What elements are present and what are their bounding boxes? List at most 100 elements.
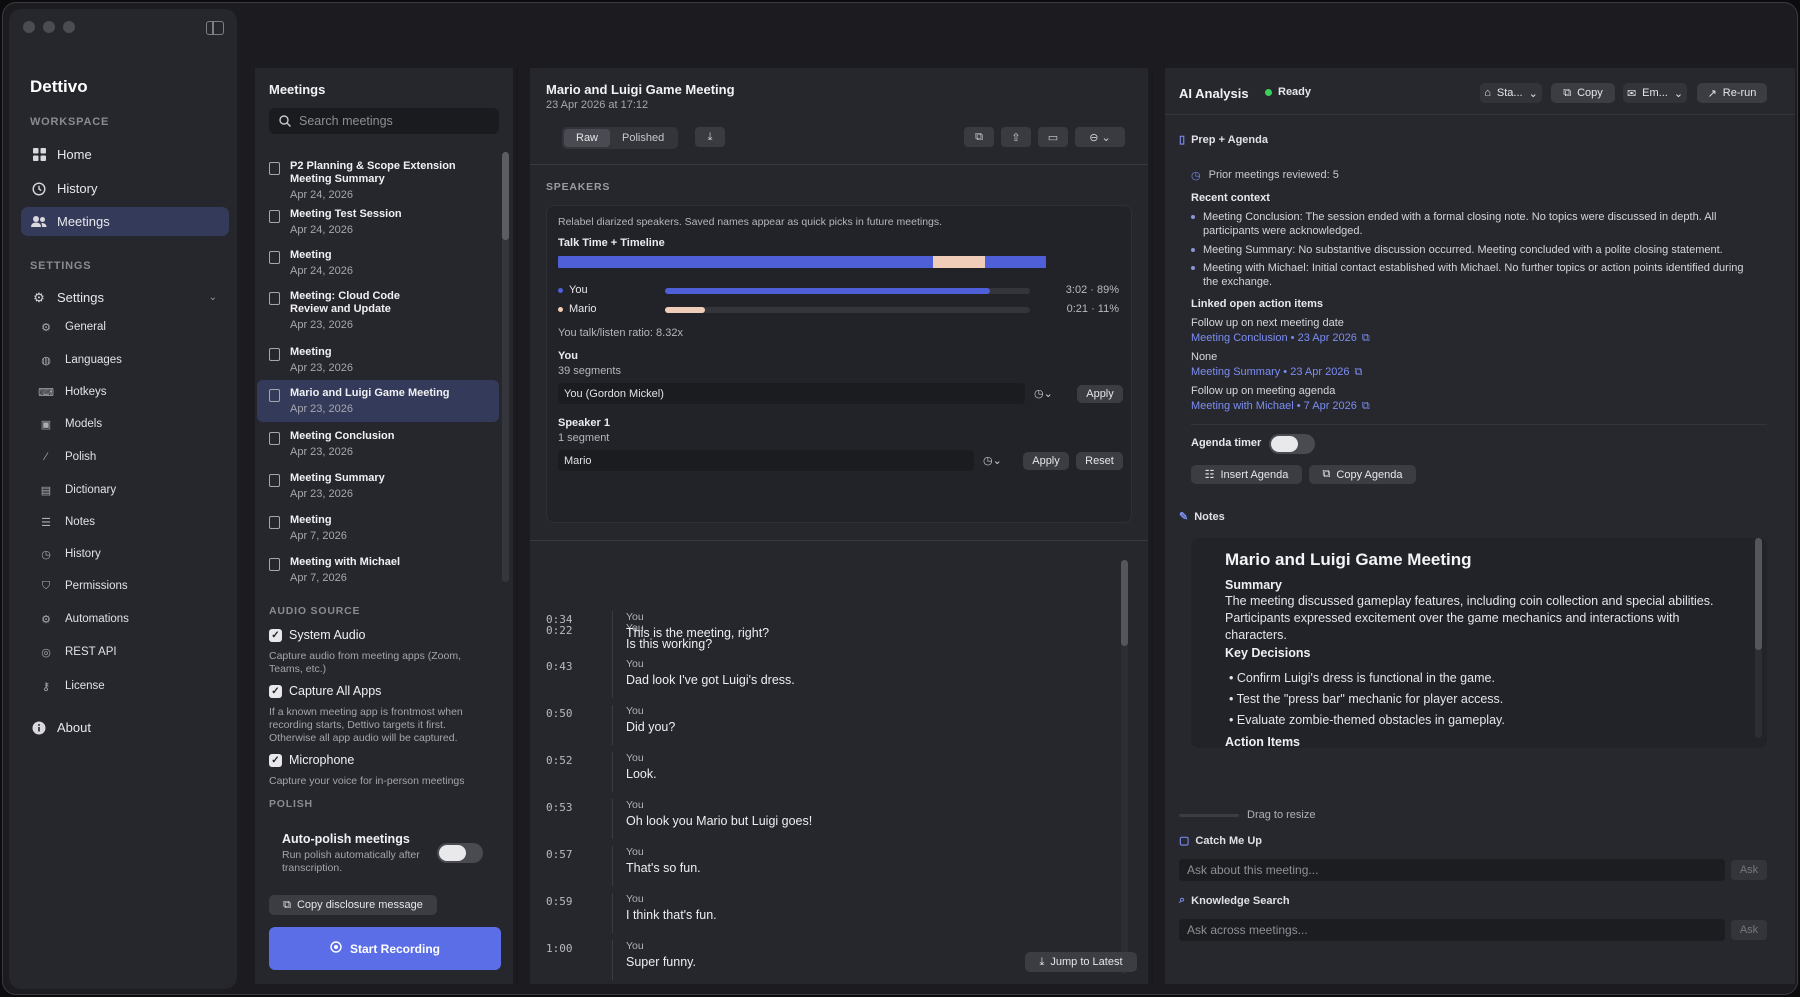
meeting-title: Mario and Luigi Game Meeting (290, 387, 450, 399)
tab-polished[interactable]: Polished (610, 129, 676, 147)
transcript-line: 0:53 You Oh look you Mario but Luigi goes! (530, 797, 1110, 844)
utterance-text: Look. (626, 767, 657, 781)
tab-raw[interactable]: Raw (564, 129, 611, 147)
divider (1191, 424, 1767, 425)
ask-button[interactable]: Ask (1731, 860, 1767, 880)
copy-disclosure-button[interactable]: ⧉ Copy disclosure message (269, 895, 437, 915)
timeline-segment-mario (933, 256, 985, 268)
sidebar-item-label: REST API (65, 646, 117, 658)
ai-title: AI Analysis (1179, 86, 1249, 101)
action-item-link[interactable]: Meeting Summary • 23 Apr 2026 ⧉ (1191, 366, 1362, 379)
sidebar-item-history-settings[interactable]: ◷ History (39, 543, 101, 565)
polish-label: POLISH (269, 798, 313, 810)
more-menu-button[interactable]: ⊖ ⌄ (1075, 127, 1125, 147)
settings-group-toggle[interactable]: ⚙ Settings ⌄ (21, 283, 229, 312)
transcript-lines: 0:34 You This is the meeting, right? 0:43 Y… (530, 546, 1148, 984)
list-item[interactable]: Meeting Summary Apr 23, 2026 (257, 472, 499, 500)
action-item-link[interactable]: Meeting with Michael • 7 Apr 2026 ⧉ (1191, 400, 1370, 413)
sidebar-item-license[interactable]: ⚷ License (39, 675, 105, 697)
section-label: Catch Me Up (1195, 834, 1263, 847)
auto-polish-title: Auto-polish meetings (282, 832, 410, 846)
keyboard-icon: ⌨ (38, 386, 54, 399)
copy-transcript-button[interactable]: ⧉ (964, 127, 994, 147)
divider (516, 68, 518, 984)
style-dropdown[interactable]: ⌂ Sta... ⌄ (1480, 83, 1542, 103)
meeting-date: Apr 23, 2026 (290, 403, 353, 415)
rerun-button[interactable]: ↗ Re-run (1697, 83, 1767, 103)
prep-agenda-header: ▯ Prep + Agenda (1179, 133, 1268, 147)
sidebar-item-languages[interactable]: ◍ Languages (39, 349, 122, 371)
list-item[interactable]: Meeting with Michael Apr 7, 2026 (257, 556, 499, 584)
meetings-scrollbar-thumb[interactable] (502, 152, 509, 240)
agenda-timer-toggle[interactable] (1269, 434, 1315, 454)
speaker-you-name-field[interactable]: You (Gordon Mickel) (558, 383, 1025, 404)
start-recording-button[interactable]: Start Recording (269, 927, 501, 970)
apply-button[interactable]: Apply (1077, 385, 1123, 403)
sidebar-item-models[interactable]: ▣ Models (39, 413, 102, 435)
sidebar-item-permissions[interactable]: ⛉ Permissions (39, 575, 128, 597)
speaker-1-name-field[interactable]: Mario (558, 450, 974, 471)
search-input[interactable]: Search meetings (269, 108, 499, 134)
agenda-timer-label: Agenda timer (1191, 437, 1262, 449)
button-label: Copy Agenda (1336, 468, 1403, 481)
minimize-window-button[interactable] (43, 21, 55, 33)
system-audio-checkbox[interactable]: ✓ System Audio (269, 628, 365, 642)
sidebar-item-polish[interactable]: ⁄ Polish (39, 446, 96, 468)
list-item[interactable]: Meeting Apr 24, 2026 (257, 249, 499, 277)
close-window-button[interactable] (23, 21, 35, 33)
list-item[interactable]: Meeting: Cloud Code Review and Update Apr… (257, 290, 499, 331)
sidebar-item-about[interactable]: About (21, 713, 229, 742)
button-label: Copy (1577, 87, 1603, 99)
sidebar-item-general[interactable]: ⚙ General (39, 316, 106, 338)
folder-button[interactable]: ▭ (1038, 127, 1068, 147)
download-button[interactable]: ⤓ (695, 127, 725, 147)
notes-document[interactable]: Mario and Luigi Game Meeting Summary The… (1191, 538, 1767, 748)
copy-agenda-button[interactable]: ⧉ Copy Agenda (1309, 465, 1416, 484)
history-dropdown[interactable]: ◷⌄ (1034, 387, 1053, 400)
clock-icon (31, 181, 47, 197)
zoom-window-button[interactable] (63, 21, 75, 33)
sidebar-item-home[interactable]: Home (21, 140, 229, 169)
history-dropdown[interactable]: ◷⌄ (983, 454, 1002, 467)
decision-text: Evaluate zombie-themed obstacles in game… (1236, 713, 1505, 727)
jump-to-latest-button[interactable]: ⤓ Jump to Latest (1025, 952, 1137, 972)
sidebar-toggle-icon[interactable] (206, 21, 224, 35)
ask-button[interactable]: Ask (1731, 920, 1767, 940)
capture-all-apps-checkbox[interactable]: ✓ Capture All Apps (269, 684, 381, 698)
timestamp: 0:43 (546, 660, 573, 673)
decision-item: • Evaluate zombie-themed obstacles in ga… (1229, 713, 1505, 727)
sidebar-item-automations[interactable]: ⚙ Automations (39, 608, 129, 630)
copy-analysis-button[interactable]: ⧉ Copy (1551, 83, 1615, 103)
list-item[interactable]: Meeting Test Session Apr 24, 2026 (257, 208, 499, 236)
notes-scrollbar-thumb[interactable] (1755, 538, 1762, 650)
list-item[interactable]: Meeting Apr 7, 2026 (257, 514, 499, 542)
catch-up-input[interactable]: Ask about this meeting... (1179, 859, 1725, 881)
insert-agenda-button[interactable]: ☷ Insert Agenda (1191, 465, 1302, 484)
transcript-scrollbar-thumb[interactable] (1121, 560, 1128, 646)
sidebar-item-history[interactable]: History (21, 174, 229, 203)
sidebar-item-meetings[interactable]: Meetings (21, 207, 229, 236)
list-item-selected[interactable]: Mario and Luigi Game Meeting Apr 23, 2026 (257, 380, 499, 422)
resize-handle[interactable] (1179, 814, 1239, 817)
list-item[interactable]: Meeting Conclusion Apr 23, 2026 (257, 430, 499, 458)
sidebar-item-label: History (57, 181, 98, 196)
list-item[interactable]: Meeting Apr 23, 2026 (257, 346, 499, 374)
sidebar-item-dictionary[interactable]: ▤ Dictionary (39, 479, 116, 501)
email-dropdown[interactable]: ✉ Em... ⌄ (1623, 83, 1687, 103)
meeting-date: Apr 23, 2026 (290, 488, 353, 500)
sidebar-item-notes[interactable]: ☰ Notes (39, 511, 95, 533)
knowledge-search-input[interactable]: Ask across meetings... (1179, 919, 1725, 941)
auto-polish-toggle[interactable] (437, 843, 483, 863)
sidebar-item-hotkeys[interactable]: ⌨ Hotkeys (38, 381, 106, 403)
summary-heading: Summary (1225, 578, 1282, 592)
list-item[interactable]: P2 Planning & Scope Extension Meeting Su… (257, 160, 499, 201)
share-button[interactable]: ⇧ (1001, 127, 1031, 147)
action-item-link[interactable]: Meeting Conclusion • 23 Apr 2026 ⧉ (1191, 332, 1370, 345)
sidebar-item-label: Automations (65, 613, 129, 625)
reset-button[interactable]: Reset (1076, 452, 1123, 470)
speaker-label: You (626, 940, 644, 952)
meeting-date: Apr 23, 2026 (290, 319, 353, 331)
apply-button[interactable]: Apply (1023, 452, 1069, 470)
sidebar-item-rest-api[interactable]: ◎ REST API (39, 641, 117, 663)
microphone-checkbox[interactable]: ✓ Microphone (269, 753, 354, 767)
